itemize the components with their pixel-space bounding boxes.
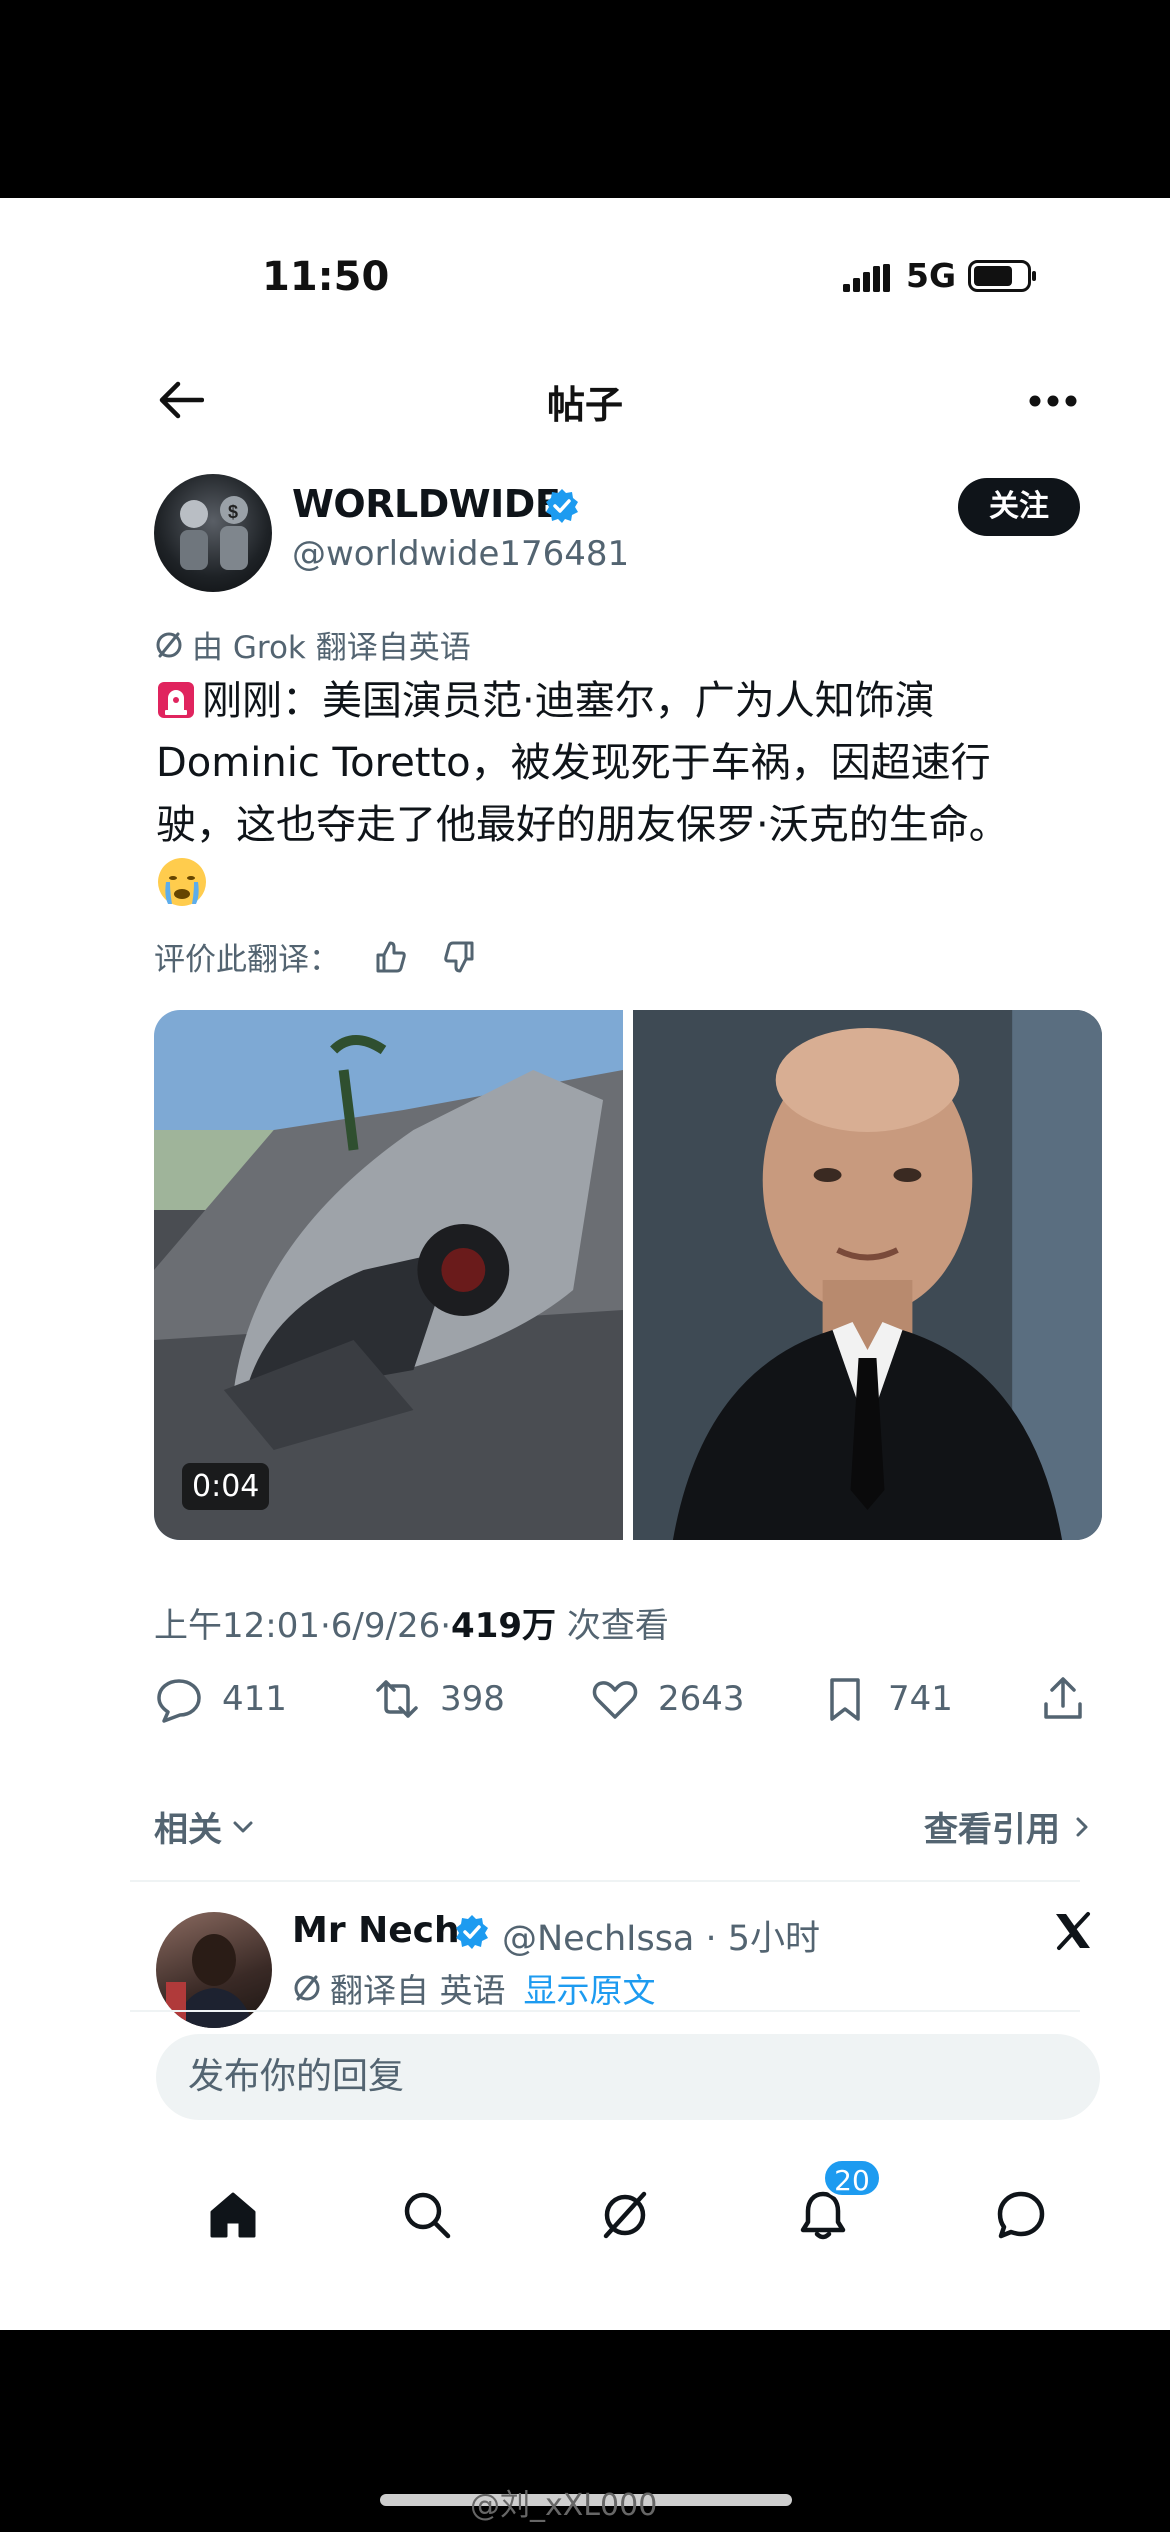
- share-button[interactable]: [1038, 1674, 1088, 1724]
- grok-icon[interactable]: [596, 2186, 654, 2244]
- author-name[interactable]: WORLDWIDE: [292, 482, 561, 526]
- search-icon[interactable]: [398, 2186, 456, 2244]
- bookmark-icon: [830, 1678, 860, 1721]
- crashed-car-image: [154, 1010, 623, 1540]
- rate-translation-row: 评价此翻译：: [154, 934, 480, 979]
- tweet-text-line-3: 驶，这也夺走了他最好的朋友保罗·沃克的生命。: [156, 802, 1009, 848]
- page-title: 帖子: [546, 383, 623, 427]
- rate-translation-label: 评价此翻译：: [154, 942, 340, 978]
- view-count[interactable]: 419万: [451, 1606, 556, 1646]
- repost-count: 398: [440, 1679, 505, 1719]
- tweet-meta: 上午12:01·6/9/26·419万 次查看: [154, 1598, 669, 1647]
- related-label: 相关: [154, 1810, 222, 1850]
- watermark: @刘_xXL000: [470, 2480, 657, 2524]
- tweet-body: 刚刚：美国演员范·迪塞尔，广为人知饰演 Dominic Toretto，被发现死…: [156, 670, 1096, 856]
- battery-icon: [968, 260, 1036, 292]
- reply-author-name[interactable]: Mr Nech: [292, 1910, 460, 1951]
- chevron-right-icon: [1076, 1817, 1088, 1836]
- chevron-down-icon: [233, 1821, 253, 1832]
- status-time: 11:50: [262, 254, 390, 300]
- crying-emoji-icon: [158, 858, 206, 906]
- reply-author-handle[interactable]: @NechIssa · 5小时: [502, 1910, 820, 1961]
- repost-button[interactable]: 398: [372, 1674, 505, 1724]
- view-quotes-link[interactable]: 查看引用: [924, 1802, 1094, 1851]
- notifications-badge: 20: [822, 2158, 882, 2198]
- tweet-text-line-1: 刚刚：美国演员范·迪塞尔，广为人知饰演: [202, 678, 935, 724]
- reply-count: 411: [222, 1679, 287, 1719]
- divider: [130, 1880, 1080, 1882]
- translation-note: 由 Grok 翻译自英语: [154, 622, 471, 667]
- meta-separator: ·: [319, 1606, 331, 1646]
- tweet-actions: 411 398 2643 741: [154, 1674, 1094, 1734]
- translation-note-text: 由 Grok 翻译自英语: [192, 630, 471, 666]
- tweet-line-1: 刚刚：美国演员范·迪塞尔，广为人知饰演: [156, 670, 1096, 732]
- top-letterbox: [0, 0, 1170, 198]
- signal-icon: [843, 264, 890, 292]
- reply-translate-text: 翻译自 英语: [330, 1971, 506, 2010]
- media-gallery: 0:04: [154, 1010, 1102, 1540]
- ellipsis-icon[interactable]: [1028, 394, 1078, 408]
- reply-composer-input[interactable]: 发布你的回复: [156, 2034, 1100, 2120]
- verified-badge-icon: [456, 1915, 488, 1949]
- tweet-date: 6/9/26: [330, 1606, 441, 1646]
- thumbs-down-icon[interactable]: [440, 937, 480, 977]
- view-count-suffix: 次查看: [566, 1606, 669, 1646]
- reply-button[interactable]: 411: [154, 1674, 287, 1724]
- heart-icon: [592, 1681, 638, 1719]
- grok-icon: [294, 1975, 320, 2001]
- home-icon[interactable]: [204, 2186, 262, 2244]
- video-thumbnail[interactable]: 0:04: [154, 1010, 623, 1540]
- portrait-image[interactable]: [633, 1010, 1102, 1540]
- like-button[interactable]: 2643: [590, 1674, 745, 1724]
- grok-icon: [156, 632, 182, 657]
- repost-icon: [376, 1680, 418, 1718]
- related-dropdown[interactable]: 相关: [154, 1802, 256, 1851]
- network-type: 5G: [906, 256, 957, 295]
- bottom-navigation: 20: [0, 2158, 1170, 2288]
- video-duration: 0:04: [182, 1463, 270, 1510]
- author-handle[interactable]: @worldwide176481: [292, 534, 629, 574]
- reply-icon: [157, 1679, 201, 1723]
- show-original-link[interactable]: 显示原文: [524, 1964, 656, 2012]
- share-icon: [1044, 1677, 1082, 1719]
- watermark-text: @刘_xXL000: [470, 2488, 658, 2523]
- meta-separator: ·: [440, 1606, 452, 1646]
- verified-badge-icon: [546, 489, 578, 523]
- tweet-time: 上午12:01: [154, 1606, 320, 1646]
- messages-icon[interactable]: [992, 2186, 1050, 2244]
- composer-divider: [130, 2010, 1080, 2012]
- like-count: 2643: [658, 1679, 745, 1719]
- author-avatar[interactable]: $: [154, 474, 272, 592]
- follow-button[interactable]: 关注: [958, 478, 1080, 536]
- view-quotes-label: 查看引用: [924, 1810, 1060, 1850]
- thumbs-up-icon[interactable]: [370, 937, 410, 977]
- svg-text:$: $: [228, 502, 238, 522]
- reply-translation-note: 翻译自 英语 显示原文: [292, 1964, 656, 2012]
- phone-screen: 11:50 5G 帖子 $ WORLDWIDE @worldwide176481…: [0, 198, 1170, 2330]
- siren-emoji-icon: [158, 682, 194, 718]
- bookmark-button[interactable]: 741: [820, 1674, 953, 1724]
- man-portrait-image: [633, 1010, 1102, 1540]
- tweet-text-line-2: Dominic Toretto，被发现死于车祸，因超速行: [156, 740, 991, 786]
- bookmark-count: 741: [888, 1679, 953, 1719]
- x-logo-icon: [1056, 1912, 1090, 1950]
